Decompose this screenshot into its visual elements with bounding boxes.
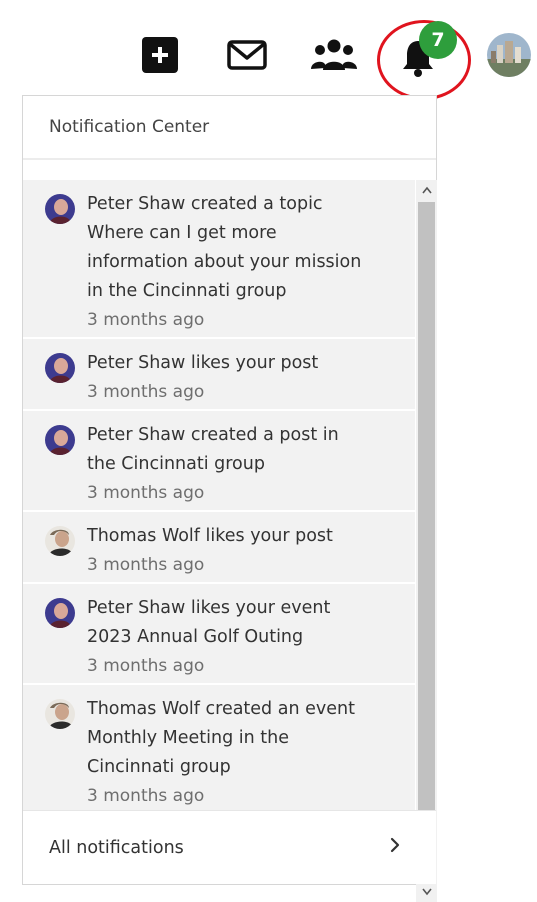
top-toolbar: 7 xyxy=(0,0,537,100)
notification-dropdown: Notification Center Peter Shaw created a… xyxy=(22,95,437,902)
notification-item[interactable]: Peter Shaw likes your event 2023 Annual … xyxy=(23,584,415,683)
notification-time: 3 months ago xyxy=(87,786,205,806)
notification-time: 3 months ago xyxy=(87,310,205,330)
notification-item[interactable]: Thomas Wolf created an event Monthly Mee… xyxy=(23,685,415,825)
avatar xyxy=(45,598,75,628)
notification-text: Peter Shaw likes your post xyxy=(87,353,319,373)
notification-text: Peter Shaw created a post in the Cincinn… xyxy=(87,425,339,474)
list-scrollbar[interactable] xyxy=(416,180,437,902)
chevron-right-icon xyxy=(390,837,400,853)
notification-center-title: Notification Center xyxy=(23,96,436,160)
scroll-down-arrow-icon[interactable] xyxy=(416,882,437,902)
notification-text: Thomas Wolf created an event Monthly Mee… xyxy=(87,699,355,777)
avatar xyxy=(45,526,75,556)
avatar xyxy=(45,699,75,729)
notification-text: Peter Shaw likes your event 2023 Annual … xyxy=(87,598,331,647)
scroll-thumb[interactable] xyxy=(418,202,435,874)
notification-item[interactable]: Peter Shaw created a topic Where can I g… xyxy=(23,180,415,337)
notification-count-badge[interactable]: 7 xyxy=(419,21,457,59)
notification-item[interactable]: Thomas Wolf likes your post 3 months ago xyxy=(23,512,415,582)
people-icon[interactable] xyxy=(309,34,359,76)
notification-time: 3 months ago xyxy=(87,555,205,575)
all-notifications-link[interactable]: All notifications xyxy=(23,810,436,884)
notification-text: Thomas Wolf likes your post xyxy=(87,526,333,546)
notification-item[interactable]: Peter Shaw created a post in the Cincinn… xyxy=(23,411,415,510)
mail-icon[interactable] xyxy=(224,36,270,74)
notification-time: 3 months ago xyxy=(87,483,205,503)
notification-time: 3 months ago xyxy=(87,656,205,676)
notification-time: 3 months ago xyxy=(87,382,205,402)
scroll-up-arrow-icon[interactable] xyxy=(416,180,437,200)
notification-text: Peter Shaw created a topic Where can I g… xyxy=(87,194,362,301)
avatar xyxy=(45,425,75,455)
plus-icon[interactable] xyxy=(142,37,178,73)
notification-item[interactable]: Peter Shaw likes your post 3 months ago xyxy=(23,339,415,409)
user-avatar[interactable] xyxy=(487,33,531,77)
avatar xyxy=(45,353,75,383)
avatar xyxy=(45,194,75,224)
all-notifications-label: All notifications xyxy=(49,837,184,858)
notification-list[interactable]: Peter Shaw created a topic Where can I g… xyxy=(23,180,436,896)
